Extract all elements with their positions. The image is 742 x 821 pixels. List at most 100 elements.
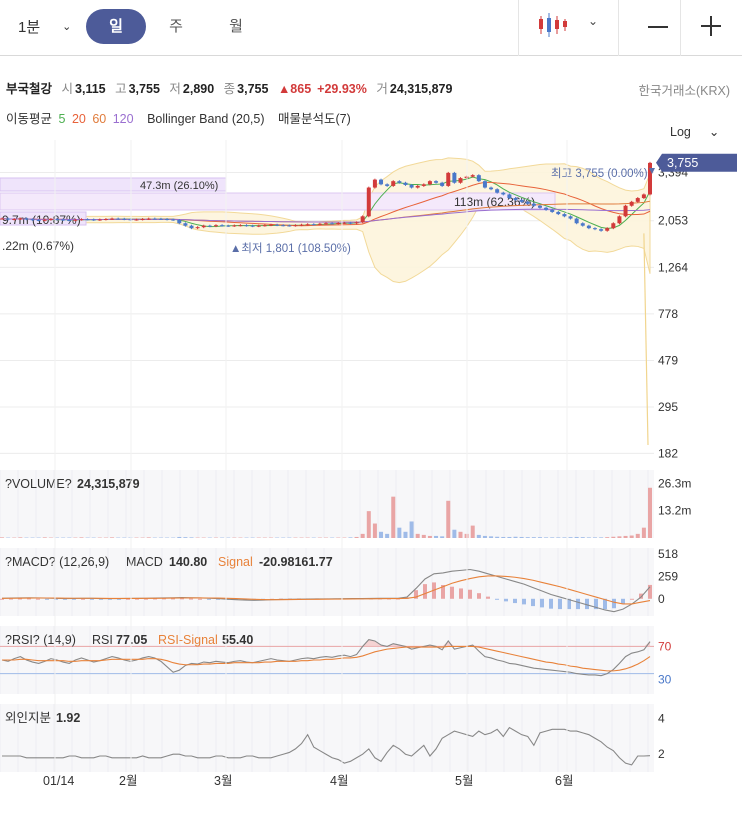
change-value: ▲865 <box>277 82 312 96</box>
candle-body <box>605 228 610 231</box>
volume-bar <box>452 529 457 538</box>
volume-label: 거 <box>376 82 388 96</box>
foreign-value: 1.92 <box>56 711 80 725</box>
candle-body <box>183 223 188 226</box>
candle-body <box>403 182 408 185</box>
volume-bar <box>537 537 542 538</box>
candle-body <box>195 227 200 229</box>
volume-bar <box>501 536 506 538</box>
candle-body <box>580 223 585 226</box>
zoom-out-icon[interactable] <box>648 26 668 28</box>
volume-bar <box>544 537 549 538</box>
stock-name: 부국철강 <box>6 82 53 96</box>
zoom-in-icon[interactable] <box>701 16 721 36</box>
ma-label[interactable]: 이동평균 <box>6 112 52 126</box>
macd-histogram-bar <box>549 598 553 609</box>
chevron-down-icon: ⌄ <box>62 21 72 33</box>
candle-body <box>220 225 225 227</box>
y-tick-label: 2 <box>658 747 665 761</box>
volume-bar <box>592 537 597 538</box>
toolbar-divider <box>618 0 619 56</box>
y-tick-label: 778 <box>658 307 678 321</box>
candle-body <box>281 225 286 227</box>
chart-type-chevron-icon[interactable]: ⌄ <box>588 14 598 28</box>
volume-bar <box>42 537 47 538</box>
candle-body <box>189 225 194 229</box>
x-tick-label: 5월 <box>455 774 473 788</box>
low-value: 2,890 <box>182 82 215 96</box>
candle-body <box>562 214 567 217</box>
candle-body <box>348 222 353 224</box>
volume-bar <box>513 536 518 538</box>
volume-bar <box>482 535 487 538</box>
volume-title-value: 24,315,879 <box>77 477 140 491</box>
volume-bar <box>470 525 475 538</box>
indicator-legend: 이동평균 5 20 60 120 Bollinger Band (20,5) 매… <box>6 108 354 127</box>
tab-month[interactable]: 월 <box>206 9 266 44</box>
candle-body <box>226 225 231 227</box>
candle-body <box>165 219 170 221</box>
y-tick-label: 259 <box>658 569 678 583</box>
open-label: 시 <box>61 82 74 96</box>
scale-dropdown[interactable]: Log ⌄ <box>670 124 720 140</box>
volume-bar <box>409 521 414 538</box>
quote-summary: 부국철강 시 3,115 고 3,755 저 2,890 종 3,755 ▲865 +29… <box>6 78 458 97</box>
tab-week[interactable]: 주 <box>146 9 206 44</box>
candle-body <box>324 223 328 225</box>
rsi-signal-value: 55.40 <box>222 633 253 647</box>
volume-bar <box>397 527 402 538</box>
macd-label: MACD <box>126 555 163 569</box>
high-value: 3,755 <box>128 82 160 96</box>
candle-body <box>568 216 573 219</box>
candle-body <box>489 187 494 190</box>
candle-body <box>55 219 60 221</box>
x-tick-label: 3월 <box>214 774 232 788</box>
candle-body <box>128 219 133 221</box>
indicator-panel-bg <box>0 704 654 772</box>
toolbar-divider <box>680 0 681 56</box>
candle-body <box>336 223 341 225</box>
candle-body <box>73 219 78 221</box>
volume-profile-label[interactable]: 매물분석도(7) <box>278 112 351 126</box>
candle-body <box>91 219 96 221</box>
volume-bar <box>531 537 536 538</box>
macd-title: ?MACD? (12,26,9) <box>5 555 109 569</box>
bollinger-label[interactable]: Bollinger Band (20,5) <box>147 112 264 126</box>
candle-body <box>519 199 524 202</box>
y-tick-label: 479 <box>658 353 678 367</box>
ma-period-120: 120 <box>112 112 134 126</box>
interval-dropdown[interactable]: 1분 ⌄ <box>18 16 71 37</box>
candle-body <box>85 219 90 221</box>
tab-day[interactable]: 일 <box>86 9 146 44</box>
candle-body <box>495 189 500 193</box>
candle-body <box>158 218 163 220</box>
macd-histogram-bar <box>0 598 4 600</box>
candle-body <box>97 219 102 221</box>
chart-area[interactable]: 3,3942,0531,26477847929518247.3m (26.10%… <box>0 140 742 820</box>
chevron-down-icon: ⌄ <box>708 125 720 139</box>
macd-histogram-bar <box>81 598 85 600</box>
macd-histogram-bar <box>558 598 562 610</box>
candle-body <box>440 182 445 186</box>
volume-bar <box>574 536 579 538</box>
candle-body <box>544 207 549 210</box>
macd-histogram-bar <box>207 598 211 600</box>
candle-body <box>122 218 127 220</box>
candlestick-icon[interactable] <box>536 10 570 40</box>
candle-body <box>452 172 457 183</box>
volume-bar <box>446 500 451 538</box>
rsi-title: ?RSI? (14,9) <box>5 633 76 647</box>
candle-body <box>262 225 267 227</box>
y-tick-label: 0 <box>658 592 665 606</box>
candle-body <box>501 192 506 195</box>
candle-body <box>366 187 371 217</box>
candle-body <box>360 216 365 223</box>
change-percent: +29.93% <box>317 82 367 96</box>
volume-bar <box>617 536 622 538</box>
x-tick-label: 4월 <box>330 774 348 788</box>
candle-body <box>470 175 475 177</box>
rsi-value: 77.05 <box>116 633 147 647</box>
macd-histogram-bar <box>36 598 40 600</box>
candle-body <box>238 225 243 227</box>
y-tick-label: 518 <box>658 547 678 561</box>
